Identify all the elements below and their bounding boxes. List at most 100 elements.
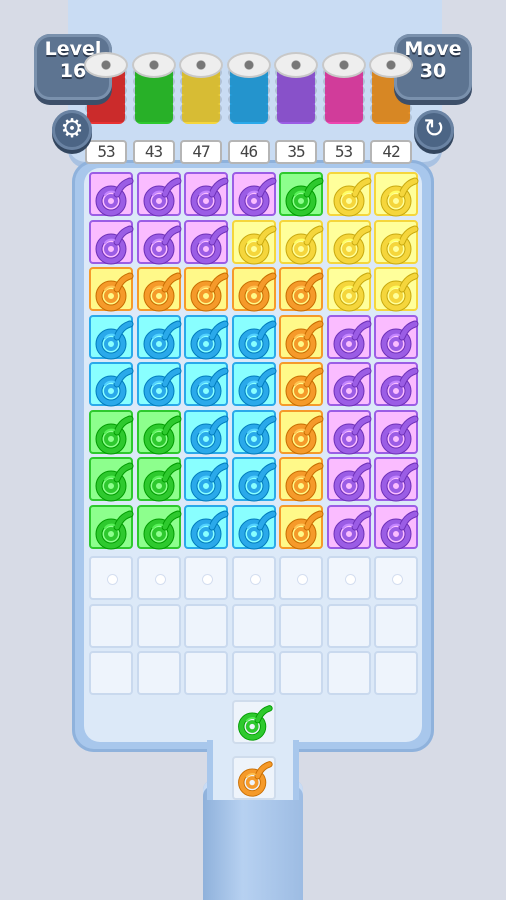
yarn-tile-purple[interactable]	[326, 362, 371, 407]
empty-slot[interactable]	[374, 556, 418, 600]
spool-count: 43	[132, 140, 175, 164]
yarn-tile-purple[interactable]	[374, 362, 419, 407]
yarn-tile-blue[interactable]	[184, 409, 229, 454]
yarn-tile-blue[interactable]	[89, 314, 134, 359]
spool-count: 47	[180, 140, 222, 164]
slot-dot	[155, 575, 165, 584]
empty-slot[interactable]	[184, 603, 228, 648]
yarn-tile-purple[interactable]	[374, 504, 419, 549]
yarn-tile-purple[interactable]	[326, 314, 371, 359]
yarn-tile-orange[interactable]	[89, 267, 134, 312]
yarn-tile-yellow[interactable]	[231, 219, 276, 264]
gear-icon: ⚙	[60, 114, 84, 144]
yarn-tile-blue[interactable]	[136, 362, 181, 407]
restart-button[interactable]: ↻	[414, 110, 454, 150]
spool-count: 53	[322, 140, 365, 164]
yarn-tile-orange[interactable]	[184, 267, 229, 312]
queued-yarn-green	[232, 700, 276, 744]
yarn-tile-blue[interactable]	[231, 409, 276, 454]
yarn-tile-purple[interactable]	[136, 172, 181, 217]
empty-slot[interactable]	[184, 651, 228, 695]
yarn-tile-orange[interactable]	[279, 314, 324, 359]
yarn-tile-purple[interactable]	[326, 504, 371, 549]
empty-slot[interactable]	[326, 603, 371, 648]
yarn-tile-purple[interactable]	[184, 172, 229, 217]
yarn-tile-yellow[interactable]	[326, 172, 371, 217]
yarn-tile-green[interactable]	[136, 457, 181, 502]
yarn-tile-blue[interactable]	[184, 314, 229, 359]
yarn-tile-yellow[interactable]	[326, 267, 371, 312]
yarn-tile-blue[interactable]	[184, 457, 229, 502]
yarn-tile-purple[interactable]	[326, 409, 371, 454]
yarn-tile-blue[interactable]	[231, 362, 276, 407]
yarn-tile-purple[interactable]	[184, 219, 229, 264]
empty-slot[interactable]	[374, 651, 418, 695]
yarn-tile-purple[interactable]	[89, 172, 134, 217]
yarn-tile-blue[interactable]	[136, 314, 181, 359]
yarn-tile-purple[interactable]	[136, 219, 181, 264]
empty-slot[interactable]	[279, 556, 323, 600]
yarn-tile-purple[interactable]	[374, 409, 419, 454]
yarn-tile-yellow[interactable]	[326, 219, 371, 264]
spool-count: 53	[85, 140, 127, 164]
empty-slot[interactable]	[136, 651, 181, 695]
slot-dot	[345, 575, 355, 584]
yarn-grid	[89, 172, 419, 695]
empty-slot[interactable]	[89, 651, 133, 695]
yarn-tile-orange[interactable]	[231, 267, 276, 312]
yarn-tile-green[interactable]	[136, 504, 181, 549]
restart-icon: ↻	[423, 114, 445, 144]
yarn-tile-orange[interactable]	[279, 362, 324, 407]
yarn-tile-blue[interactable]	[231, 457, 276, 502]
empty-slot[interactable]	[136, 556, 181, 600]
empty-slot[interactable]	[231, 556, 276, 600]
settings-button[interactable]: ⚙	[52, 110, 92, 150]
spool-count: 42	[370, 140, 412, 164]
yarn-tile-blue[interactable]	[184, 362, 229, 407]
slot-dot	[108, 575, 117, 584]
yarn-tile-purple[interactable]	[231, 172, 276, 217]
yarn-tile-green[interactable]	[279, 172, 324, 217]
yarn-tile-purple[interactable]	[89, 219, 134, 264]
game-board: 53 43 47 46 35 53 42 Level 16 Move 30 ⚙ ↻	[0, 0, 506, 900]
yarn-tile-yellow[interactable]	[374, 219, 419, 264]
yarn-tile-blue[interactable]	[89, 362, 134, 407]
yarn-tile-green[interactable]	[89, 457, 134, 502]
yarn-tile-purple[interactable]	[374, 457, 419, 502]
yarn-tile-purple[interactable]	[326, 457, 371, 502]
yarn-tile-orange[interactable]	[279, 504, 324, 549]
empty-slot[interactable]	[326, 556, 371, 600]
spool-cap	[369, 52, 413, 78]
empty-slot[interactable]	[231, 603, 276, 648]
empty-slot[interactable]	[279, 651, 323, 695]
yarn-tile-blue[interactable]	[231, 504, 276, 549]
empty-slot[interactable]	[89, 603, 133, 648]
yarn-tile-orange[interactable]	[136, 267, 181, 312]
spool-count: 35	[275, 140, 317, 164]
spool-cap	[274, 52, 318, 78]
yarn-tile-green[interactable]	[89, 409, 134, 454]
yarn-tile-orange[interactable]	[279, 457, 324, 502]
empty-slot[interactable]	[136, 603, 181, 648]
empty-slot[interactable]	[184, 556, 228, 600]
yarn-tile-yellow[interactable]	[374, 172, 419, 217]
yarn-tile-blue[interactable]	[184, 504, 229, 549]
empty-slot[interactable]	[374, 603, 418, 648]
slot-dot	[298, 575, 307, 584]
spool-cap	[179, 52, 223, 78]
yarn-tile-yellow[interactable]	[279, 219, 324, 264]
empty-slot[interactable]	[326, 651, 371, 695]
empty-slot[interactable]	[89, 556, 133, 600]
empty-slot[interactable]	[279, 603, 323, 648]
yarn-tile-green[interactable]	[89, 504, 134, 549]
yarn-tile-green[interactable]	[136, 409, 181, 454]
yarn-tile-yellow[interactable]	[374, 267, 419, 312]
yarn-tile-orange[interactable]	[279, 267, 324, 312]
yarn-tile-orange[interactable]	[279, 409, 324, 454]
empty-slot[interactable]	[231, 651, 276, 695]
spool-count: 46	[227, 140, 270, 164]
yarn-tile-blue[interactable]	[231, 314, 276, 359]
spool-cap	[226, 52, 271, 78]
slot-dot	[203, 575, 212, 584]
yarn-tile-purple[interactable]	[374, 314, 419, 359]
